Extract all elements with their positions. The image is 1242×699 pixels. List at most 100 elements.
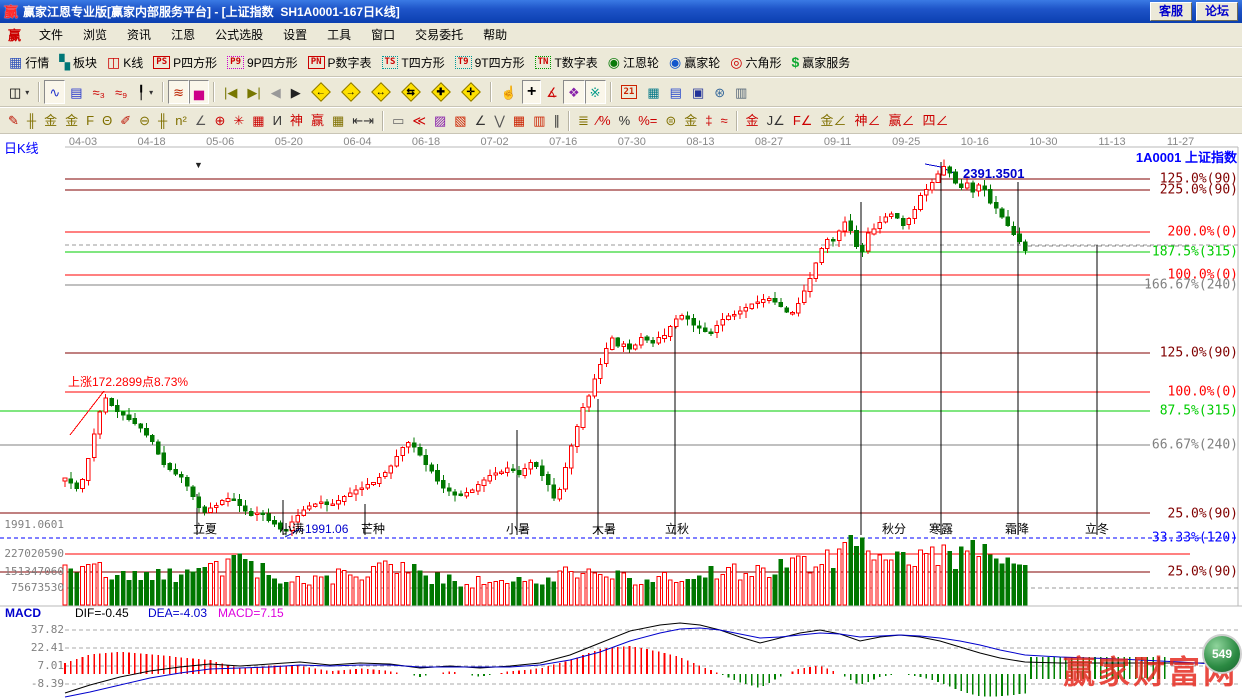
fib-tool-button[interactable]: F	[82, 110, 98, 131]
nine-p-square-button[interactable]: P99P四方形	[222, 50, 303, 74]
gold-angle-button[interactable]: 金	[742, 110, 763, 131]
menu-item-window[interactable]: 窗口	[361, 23, 405, 46]
scroll-right-button[interactable]: ▶	[286, 80, 306, 104]
pattern-flower-button[interactable]: ※	[585, 80, 606, 104]
four-angle-button[interactable]: 四∠	[918, 110, 952, 131]
winner-service-button[interactable]: $赢家服务	[786, 50, 855, 74]
print-button[interactable]: ▥	[730, 80, 752, 104]
pan-left-button[interactable]: ←	[306, 80, 336, 104]
menu-item-file[interactable]: 文件	[29, 23, 73, 46]
sketch-mode-button[interactable]: ∿	[44, 80, 65, 104]
calculator-button[interactable]: ▦	[642, 80, 664, 104]
kline-button[interactable]: ◫K线	[102, 50, 148, 74]
gann-wheel-button[interactable]: ◉江恩轮	[603, 50, 664, 74]
pen-tool-button[interactable]: ✎	[4, 110, 23, 131]
t-number-table-button[interactable]: TNT数字表	[530, 50, 603, 74]
nine-t-square-button[interactable]: T99T四方形	[450, 50, 530, 74]
wave-9-button[interactable]: ≈₉	[110, 80, 132, 104]
notepad-button[interactable]: ▤	[665, 80, 687, 104]
menu-item-browse[interactable]: 浏览	[73, 23, 117, 46]
scroll-left-button[interactable]: ◀	[266, 80, 286, 104]
calendar-button[interactable]: 21	[616, 80, 643, 104]
shen-gann-button-icon: 神	[290, 114, 303, 127]
win-angle-button[interactable]: 赢∠	[884, 110, 918, 131]
cycle-circle-button[interactable]: ⊖	[135, 110, 154, 131]
chart-canvas[interactable]	[0, 134, 1242, 699]
fan-grid-button[interactable]: ▧	[450, 110, 470, 131]
menu-item-settings[interactable]: 设置	[273, 23, 317, 46]
parallel-lines-button[interactable]: ∥	[549, 110, 564, 131]
expand-horizontal-button[interactable]: ↔	[366, 80, 396, 104]
fan-box-button[interactable]: ▨	[430, 110, 450, 131]
hand-tool-button[interactable]: ☝	[496, 80, 522, 104]
forum-button[interactable]: 论坛	[1196, 2, 1238, 21]
flag-tool-button[interactable]: ‡	[701, 110, 716, 131]
shen-gann-button[interactable]: 神	[286, 110, 307, 131]
sectors-button[interactable]: ▚板块	[54, 50, 102, 74]
zoom-out-button[interactable]: ✛	[456, 80, 486, 104]
mark-pen-button[interactable]: ✐	[116, 110, 135, 131]
gold-gann-angle-button[interactable]: 金∠	[816, 110, 850, 131]
square-of-nine-button[interactable]: n²	[171, 110, 191, 131]
info-panel-button[interactable]: ▤	[65, 80, 87, 104]
time-lines-button[interactable]: ╫	[154, 110, 171, 131]
shen-angle-button[interactable]: 神∠	[850, 110, 884, 131]
first-page-button[interactable]: |◀	[219, 80, 242, 104]
golden-circle-button[interactable]: ⊜	[661, 110, 680, 131]
fan-lines-button[interactable]: ≪	[408, 110, 430, 131]
number-grid-button[interactable]: ▦	[328, 110, 348, 131]
trend-angle-button[interactable]: ∠	[471, 110, 491, 131]
colored-histogram-button[interactable]: ▅	[189, 80, 209, 104]
grid-dense-button[interactable]: ▦	[509, 110, 529, 131]
pan-right-button[interactable]: →	[336, 80, 366, 104]
grid-vertical-button[interactable]: ▥	[529, 110, 549, 131]
p-number-table-button[interactable]: PNP数字表	[303, 50, 377, 74]
market-quotes-button[interactable]: ▦行情	[4, 50, 54, 74]
save-button[interactable]: ▣	[687, 80, 709, 104]
menu-item-trade[interactable]: 交易委托	[405, 23, 473, 46]
price-grid-button[interactable]: ▦	[248, 110, 268, 131]
win-gann-button[interactable]: 赢	[307, 110, 328, 131]
count-tool-button[interactable]: И	[269, 110, 286, 131]
golden-ratio-h-button[interactable]: 金	[40, 110, 61, 131]
f-angle-button[interactable]: F∠	[789, 110, 817, 131]
menu-item-gann[interactable]: 江恩	[161, 23, 205, 46]
percent-levels-button[interactable]: %=	[634, 110, 661, 131]
angle-tool-button[interactable]: ∡	[541, 80, 563, 104]
golden-levels-button[interactable]: 金	[680, 110, 701, 131]
box-tool-button[interactable]: ▭	[388, 110, 408, 131]
world-time-button[interactable]: ⊛	[709, 80, 730, 104]
menu-item-formula-picker[interactable]: 公式选股	[205, 23, 273, 46]
p-square-button[interactable]: PSP四方形	[148, 50, 222, 74]
crosshair-tool-button[interactable]: +	[522, 80, 541, 104]
range-tool-button[interactable]: ⇤⇥	[348, 110, 378, 131]
floating-badge-button[interactable]: 549	[1202, 634, 1242, 674]
circle-cross-button[interactable]: ⊕	[210, 110, 229, 131]
last-page-button[interactable]: ▶|	[242, 80, 265, 104]
t-square-button[interactable]: TST四方形	[377, 50, 450, 74]
winner-wheel-button[interactable]: ◉赢家轮	[664, 50, 725, 74]
period-dropdown[interactable]: ◫▾	[4, 80, 34, 104]
angle-line-button[interactable]: ∠	[191, 110, 211, 131]
menu-item-tools[interactable]: 工具	[317, 23, 361, 46]
gann-hlines-button[interactable]: ╫	[23, 110, 40, 131]
candle-style-dropdown[interactable]: ╿▾	[132, 80, 158, 104]
percent-line-button[interactable]: ⁄%	[593, 110, 615, 131]
golden-ratio-v-button[interactable]: 金	[61, 110, 82, 131]
compress-horizontal-button[interactable]: ⇆	[396, 80, 426, 104]
arc-tool-button[interactable]: ≈	[717, 110, 732, 131]
price-ruler-button[interactable]: ≣	[574, 110, 593, 131]
pattern-button[interactable]: ≋	[168, 80, 189, 104]
menu-item-news[interactable]: 资讯	[117, 23, 161, 46]
hexagon-button[interactable]: ◎六角形	[725, 50, 786, 74]
customer-service-button[interactable]: 客服	[1150, 2, 1192, 21]
wave-3-button[interactable]: ≈₃	[88, 80, 110, 104]
gann-shape-tool-button[interactable]: ❖	[563, 80, 585, 104]
j-angle-button[interactable]: J∠	[763, 110, 789, 131]
zoom-in-button[interactable]: ✚	[426, 80, 456, 104]
v-pattern-button[interactable]: ⋁	[490, 110, 509, 131]
spiral-tool-button[interactable]: Θ	[98, 110, 116, 131]
menu-item-help[interactable]: 帮助	[473, 23, 517, 46]
spider-web-button[interactable]: ✳	[229, 110, 248, 131]
percent-tool-button[interactable]: %	[615, 110, 635, 131]
